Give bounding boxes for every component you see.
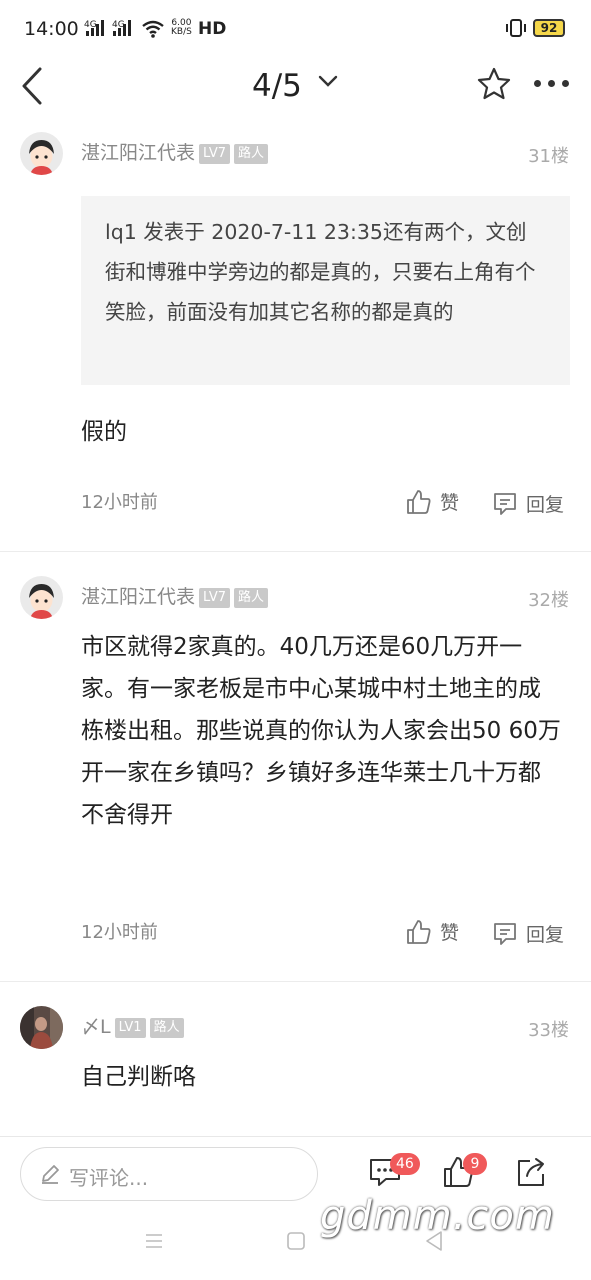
home-icon[interactable]: [286, 1231, 306, 1251]
comment-item: 湛江阳江代表 LV7 路人 31楼 lq1 发表于 2020-7-11 23:35还…: [0, 122, 591, 552]
battery-icon: 92: [533, 19, 565, 37]
level-badge: LV7: [199, 588, 230, 608]
page-indicator[interactable]: 4/5: [252, 68, 302, 104]
comment-item: 〆L LV1 路人 33楼 自己判断咯: [0, 982, 591, 1136]
level-badge: LV1: [114, 1018, 146, 1038]
favorite-star-icon[interactable]: [476, 66, 512, 102]
comment-time: 12小时前: [81, 492, 158, 513]
username[interactable]: 〆L LV1 路人: [81, 1012, 184, 1039]
comment-item: 湛江阳江代表 LV7 路人 32楼 市区就得2家真的。40几万还是60几万开一家。有…: [0, 552, 591, 982]
thumbs-up-icon: [407, 489, 431, 514]
role-badge: 路人: [234, 144, 269, 164]
avatar[interactable]: [20, 576, 63, 619]
like-button[interactable]: 赞: [406, 918, 459, 945]
back-arrow-icon[interactable]: [18, 66, 48, 106]
bottom-action-bar: 写评论... 46 9 gdmm.com: [0, 1136, 591, 1280]
comment-input[interactable]: 写评论...: [20, 1147, 318, 1201]
floor-number: 33楼: [528, 1020, 569, 1041]
signal-1-icon: [86, 20, 104, 36]
reply-bubble-icon: [494, 492, 516, 515]
hd-indicator: HD: [198, 19, 227, 39]
comment-count-badge: 46: [390, 1153, 420, 1175]
avatar[interactable]: [20, 1006, 63, 1049]
username[interactable]: 湛江阳江代表 LV7 路人: [81, 138, 269, 165]
signal-2-icon: [113, 20, 131, 36]
comment-content: 市区就得2家真的。40几万还是60几万开一家。有一家老板是市中心某城中村土地主的…: [81, 634, 561, 828]
reply-bubble-icon: [494, 922, 516, 945]
more-options-icon[interactable]: [534, 80, 569, 87]
role-badge: 路人: [149, 1018, 184, 1038]
floor-number: 31楼: [528, 146, 569, 167]
level-badge: LV7: [199, 144, 230, 164]
thumbs-up-icon: [407, 919, 431, 944]
back-triangle-icon[interactable]: [424, 1230, 444, 1252]
menu-icon[interactable]: [144, 1231, 164, 1251]
status-bar: 14:00 4G 4G 6.00 KB/S HD 92: [0, 0, 591, 60]
pencil-icon: [42, 1165, 59, 1184]
username[interactable]: 湛江阳江代表 LV7 路人: [81, 582, 269, 609]
reply-button[interactable]: 回复: [492, 920, 564, 947]
system-nav-bar: [0, 1223, 591, 1263]
floor-number: 32楼: [528, 590, 569, 611]
top-nav-bar: 4/5: [0, 60, 591, 122]
network-speed: 6.00 KB/S: [171, 18, 192, 37]
status-time: 14:00: [24, 18, 79, 40]
comment-content: 假的: [81, 419, 127, 445]
role-badge: 路人: [234, 588, 269, 608]
comment-content: 自己判断咯: [81, 1064, 196, 1090]
wifi-icon: [142, 20, 164, 38]
share-icon[interactable]: [514, 1155, 548, 1189]
chevron-down-icon[interactable]: [318, 74, 338, 88]
reply-button[interactable]: 回复: [492, 490, 564, 517]
like-count-badge: 9: [463, 1153, 487, 1175]
quoted-reply: lq1 发表于 2020-7-11 23:35还有两个，文创街和博雅中学旁边的都…: [81, 196, 570, 385]
avatar[interactable]: [20, 132, 63, 175]
like-button[interactable]: 赞: [406, 488, 459, 515]
vibrate-icon: [506, 19, 526, 37]
comment-time: 12小时前: [81, 922, 158, 943]
